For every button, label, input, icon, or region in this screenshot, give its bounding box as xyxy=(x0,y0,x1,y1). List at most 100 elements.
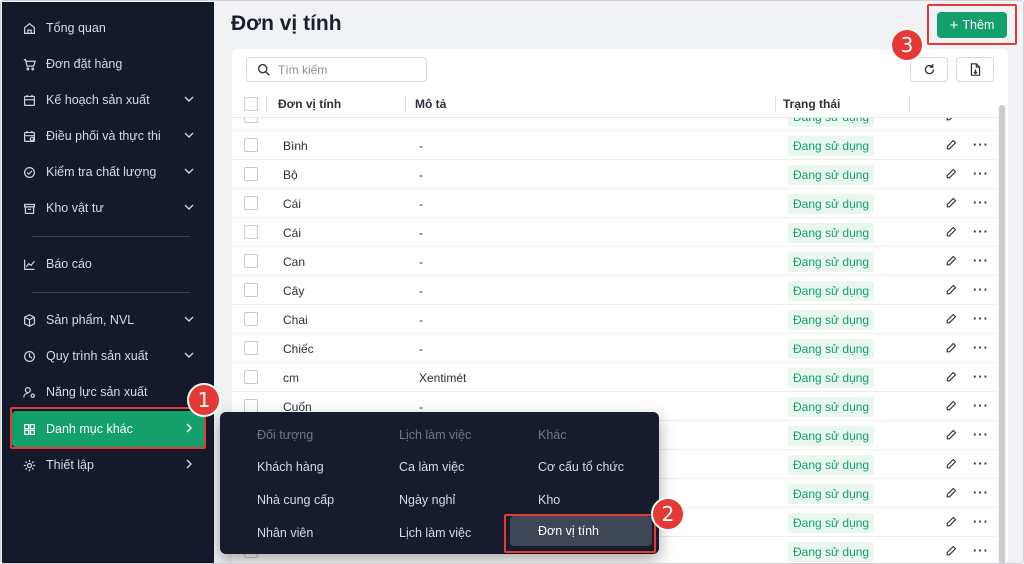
menu-group-header: Đối tượng xyxy=(257,428,314,442)
unit-name: Can xyxy=(283,255,306,269)
row-checkbox[interactable] xyxy=(244,167,258,181)
check-circle-icon xyxy=(22,165,36,179)
table-row[interactable]: Cái - Đang sử dụng ··· xyxy=(232,189,998,218)
menu-item-employees[interactable]: Nhân viên xyxy=(257,526,313,540)
row-checkbox[interactable] xyxy=(244,312,258,326)
file-export-icon xyxy=(970,63,980,76)
sidebar-item-products[interactable]: Sản phẩm, NVL xyxy=(12,302,206,338)
refresh-button[interactable] xyxy=(910,57,948,82)
unit-description: - xyxy=(419,168,423,182)
pencil-icon[interactable] xyxy=(945,516,957,528)
status-badge: Đang sử dụng xyxy=(788,252,875,272)
column-header-desc[interactable]: Mô tả xyxy=(415,97,446,111)
pencil-icon[interactable] xyxy=(945,118,957,122)
sidebar-item-reports[interactable]: Báo cáo xyxy=(12,246,206,282)
callout-badge-3: 3 xyxy=(890,28,924,62)
menu-item-suppliers[interactable]: Nhà cung cấp xyxy=(257,493,334,507)
table-row[interactable]: Cái - Đang sử dụng ··· xyxy=(232,218,998,247)
more-icon[interactable]: ··· xyxy=(973,427,989,442)
pencil-icon[interactable] xyxy=(945,400,957,412)
export-button[interactable] xyxy=(956,57,994,82)
row-checkbox[interactable] xyxy=(244,138,258,152)
row-checkbox[interactable] xyxy=(244,225,258,239)
sidebar-item-label: Tổng quan xyxy=(46,21,106,35)
table-row[interactable]: Chai - Đang sử dụng ··· xyxy=(232,305,998,334)
pencil-icon[interactable] xyxy=(945,168,957,180)
pencil-icon[interactable] xyxy=(945,284,957,296)
chevron-down-icon xyxy=(184,316,194,322)
table-row[interactable]: Can - Đang sử dụng ··· xyxy=(232,247,998,276)
search-box[interactable] xyxy=(246,57,427,82)
more-icon[interactable]: ··· xyxy=(973,166,989,181)
more-icon[interactable]: ··· xyxy=(973,369,989,384)
more-icon[interactable]: ··· xyxy=(973,137,989,152)
row-checkbox[interactable] xyxy=(244,341,258,355)
pencil-icon[interactable] xyxy=(945,487,957,499)
sidebar-item-label: Thiết lập xyxy=(46,458,94,472)
table-row[interactable]: Đang sử dụng ··· xyxy=(232,118,998,131)
table-row[interactable]: Bộ - Đang sử dụng ··· xyxy=(232,160,998,189)
pencil-icon[interactable] xyxy=(945,371,957,383)
column-header-status[interactable]: Trạng thái xyxy=(783,97,840,111)
menu-item-org-structure[interactable]: Cơ cấu tổ chức xyxy=(538,460,624,474)
pencil-icon[interactable] xyxy=(945,342,957,354)
sidebar-item-orders[interactable]: Đơn đặt hàng xyxy=(12,46,206,82)
more-icon[interactable]: ··· xyxy=(973,224,989,239)
more-icon[interactable]: ··· xyxy=(973,398,989,413)
capacity-icon xyxy=(22,385,36,399)
sidebar-item-process[interactable]: Quy trình sản xuất xyxy=(12,338,206,374)
more-icon[interactable]: ··· xyxy=(973,514,989,529)
more-icon[interactable]: ··· xyxy=(973,485,989,500)
page-title: Đơn vị tính xyxy=(231,12,342,35)
chevron-down-icon xyxy=(184,132,194,138)
row-checkbox[interactable] xyxy=(244,399,258,413)
more-icon[interactable]: ··· xyxy=(973,118,989,123)
select-all-checkbox[interactable] xyxy=(244,97,258,111)
sidebar-item-quality[interactable]: Kiểm tra chất lượng xyxy=(12,154,206,190)
sidebar-item-warehouse[interactable]: Kho vật tư xyxy=(12,190,206,226)
status-badge: Đang sử dụng xyxy=(788,281,875,301)
sidebar-item-dispatch[interactable]: Điều phối và thực thi xyxy=(12,118,206,154)
table-row[interactable]: cm Xentimét Đang sử dụng ··· xyxy=(232,363,998,392)
sidebar-item-capacity[interactable]: Năng lực sản xuất xyxy=(12,374,206,410)
more-icon[interactable]: ··· xyxy=(973,195,989,210)
menu-item-work-schedule[interactable]: Lịch làm việc xyxy=(399,526,471,540)
sidebar-item-settings[interactable]: Thiết lập xyxy=(12,447,206,483)
scrollbar[interactable] xyxy=(998,105,1006,563)
menu-item-shifts[interactable]: Ca làm việc xyxy=(399,460,464,474)
chart-icon xyxy=(22,257,36,271)
menu-item-customers[interactable]: Khách hàng xyxy=(257,460,324,474)
table-row[interactable]: Bình - Đang sử dụng ··· xyxy=(232,131,998,160)
pencil-icon[interactable] xyxy=(945,139,957,151)
sidebar-item-overview[interactable]: Tổng quan xyxy=(12,10,206,46)
row-checkbox[interactable] xyxy=(244,118,258,123)
pencil-icon[interactable] xyxy=(945,226,957,238)
pencil-icon[interactable] xyxy=(945,429,957,441)
pencil-icon[interactable] xyxy=(945,545,957,557)
column-header-unit[interactable]: Đơn vị tính xyxy=(278,97,341,111)
pencil-icon[interactable] xyxy=(945,197,957,209)
scrollbar-thumb[interactable] xyxy=(999,105,1005,563)
more-icon[interactable]: ··· xyxy=(973,543,989,558)
table-row[interactable]: Cây - Đang sử dụng ··· xyxy=(232,276,998,305)
menu-item-warehouse[interactable]: Kho xyxy=(538,493,560,507)
row-checkbox[interactable] xyxy=(244,283,258,297)
sidebar-divider xyxy=(32,292,190,293)
calendar-run-icon xyxy=(22,129,36,143)
table-row[interactable]: Chiếc - Đang sử dụng ··· xyxy=(232,334,998,363)
more-icon[interactable]: ··· xyxy=(973,311,989,326)
pencil-icon[interactable] xyxy=(945,458,957,470)
row-checkbox[interactable] xyxy=(244,254,258,268)
sidebar-item-production-plan[interactable]: Kế hoạch sản xuất xyxy=(12,82,206,118)
more-icon[interactable]: ··· xyxy=(973,282,989,297)
status-badge: Đang sử dụng xyxy=(788,368,875,388)
more-icon[interactable]: ··· xyxy=(973,253,989,268)
row-checkbox[interactable] xyxy=(244,370,258,384)
more-icon[interactable]: ··· xyxy=(973,340,989,355)
row-checkbox[interactable] xyxy=(244,196,258,210)
pencil-icon[interactable] xyxy=(945,313,957,325)
pencil-icon[interactable] xyxy=(945,255,957,267)
search-input[interactable] xyxy=(278,62,418,77)
more-icon[interactable]: ··· xyxy=(973,456,989,471)
menu-item-holidays[interactable]: Ngày nghỉ xyxy=(399,493,455,507)
